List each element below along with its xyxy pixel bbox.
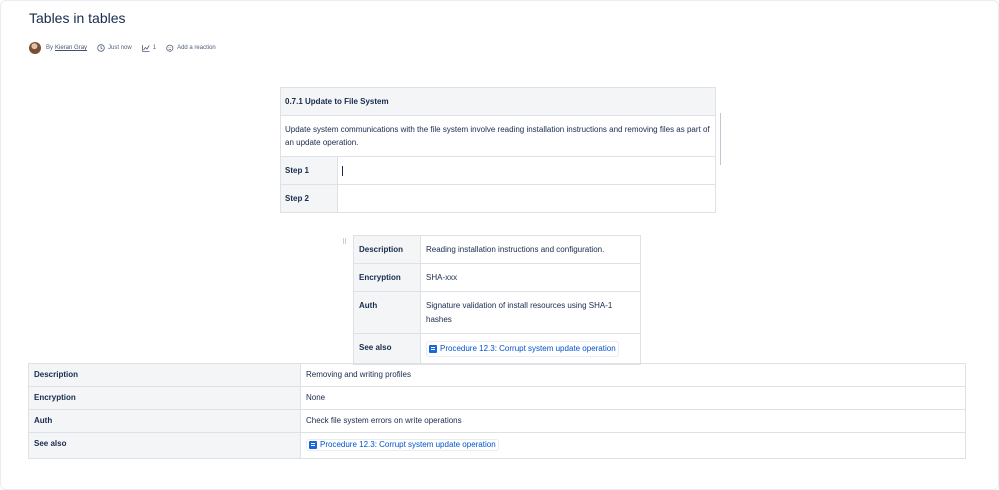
profiles-table: Description Removing and writing profile… (28, 363, 966, 459)
drag-handle-icon[interactable]: ⠿ (342, 238, 347, 246)
clock-icon (97, 44, 105, 52)
views-count: 1 (152, 45, 157, 51)
nested-info-table: Description Reading installation instruc… (353, 235, 641, 365)
table-row: 0.7.1 Update to File System (280, 87, 716, 116)
row-value-cell[interactable]: None (300, 386, 966, 410)
row-label-cell[interactable]: Description (28, 363, 301, 387)
update-file-system-table: 0.7.1 Update to File System Update syste… (280, 87, 716, 213)
table-row: Update system communications with the fi… (280, 115, 716, 157)
table-row: Step 2 (280, 184, 716, 213)
row-label-cell[interactable]: See also (353, 333, 421, 365)
table-scrollbar[interactable] (720, 113, 721, 165)
timestamp-text: Just now (108, 45, 132, 51)
procedure-link-text: Procedure 12.3: Corrupt system update op… (320, 440, 496, 449)
table-row: See also Procedure 12.3: Corrupt system … (353, 333, 641, 365)
document-icon (309, 441, 317, 449)
procedure-link[interactable]: Procedure 12.3: Corrupt system update op… (426, 341, 619, 357)
step-label-cell[interactable]: Step 1 (280, 156, 338, 185)
table-row: Encryption None (28, 386, 966, 410)
row-value-cell[interactable]: Check file system errors on write operat… (300, 409, 966, 433)
step-label-cell[interactable]: Step 2 (280, 184, 338, 213)
row-label-cell[interactable]: See also (28, 432, 301, 459)
add-reaction-button[interactable]: Add a reaction (166, 44, 216, 52)
analytics-icon (141, 45, 150, 52)
page-title: Tables in tables (29, 10, 126, 26)
byline-by: By (46, 45, 54, 51)
views[interactable]: 1 (141, 44, 157, 52)
table-row: Step 1 (280, 156, 716, 185)
table-row: Description Reading installation instruc… (353, 235, 641, 264)
table-row: Auth Signature validation of install res… (353, 291, 641, 334)
author-link[interactable]: Kieran Gray (55, 45, 87, 51)
step-value-cell[interactable] (337, 156, 716, 185)
row-value-cell[interactable]: Removing and writing profiles (300, 363, 966, 387)
row-value-cell[interactable]: Signature validation of install resource… (420, 291, 641, 334)
add-reaction-label: Add a reaction (177, 45, 216, 51)
table-row: See also Procedure 12.3: Corrupt system … (28, 432, 966, 459)
table-row: Description Removing and writing profile… (28, 363, 966, 387)
byline: By Kieran Gray Just now 1 Add a reaction (29, 41, 216, 55)
document-icon (429, 345, 437, 353)
timestamp: Just now (97, 44, 132, 52)
row-label-cell[interactable]: Auth (28, 409, 301, 433)
table-body-cell[interactable]: Update system communications with the fi… (280, 115, 716, 157)
avatar[interactable] (29, 42, 41, 54)
row-value-cell[interactable]: Procedure 12.3: Corrupt system update op… (420, 333, 641, 365)
procedure-link-text: Procedure 12.3: Corrupt system update op… (440, 344, 616, 353)
table-row: Auth Check file system errors on write o… (28, 409, 966, 433)
table-heading-cell[interactable]: 0.7.1 Update to File System (280, 87, 716, 116)
table-row: Encryption SHA-xxx (353, 263, 641, 292)
add-reaction-icon (166, 44, 174, 52)
row-label-cell[interactable]: Encryption (353, 263, 421, 292)
row-label-cell[interactable]: Auth (353, 291, 421, 334)
row-value-cell[interactable]: SHA-xxx (420, 263, 641, 292)
row-label-cell[interactable]: Encryption (28, 386, 301, 410)
row-value-cell[interactable]: Procedure 12.3: Corrupt system update op… (300, 432, 966, 459)
step-value-cell[interactable] (337, 184, 716, 213)
procedure-link[interactable]: Procedure 12.3: Corrupt system update op… (306, 439, 499, 451)
text-cursor (342, 165, 343, 176)
row-value-cell[interactable]: Reading installation instructions and co… (420, 235, 641, 264)
row-label-cell[interactable]: Description (353, 235, 421, 264)
